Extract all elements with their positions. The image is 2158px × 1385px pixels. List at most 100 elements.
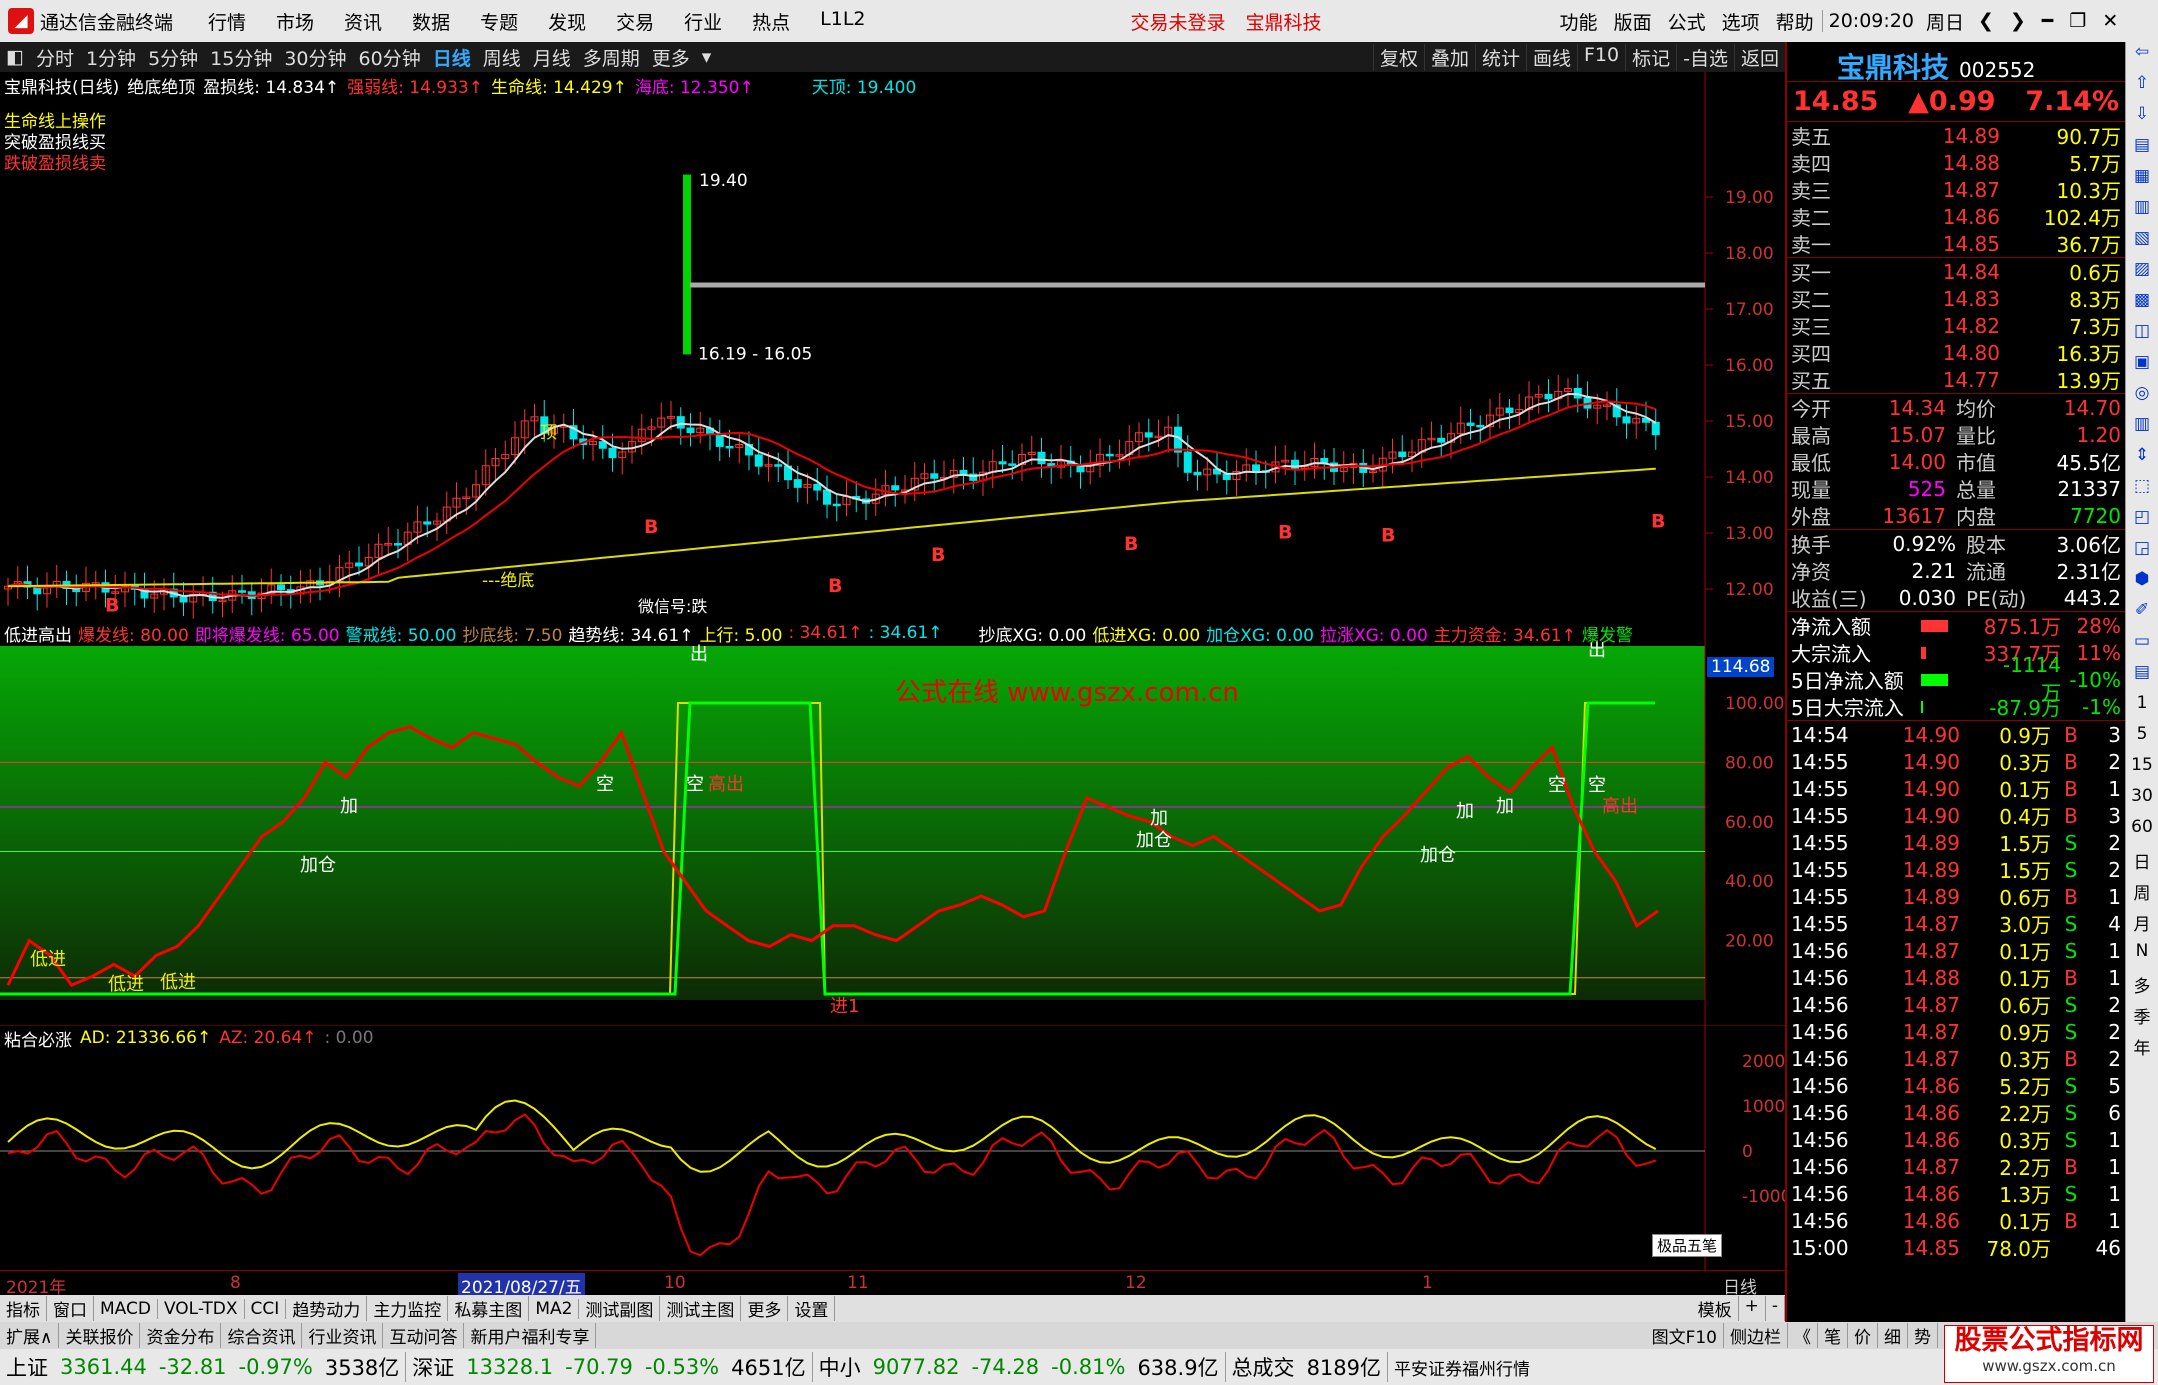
- menu-item[interactable]: 数据: [397, 8, 465, 35]
- tick-row[interactable]: 14:55 14.87 3.0万 S 4: [1787, 910, 2125, 938]
- tool-icon[interactable]: ▥: [2126, 414, 2158, 445]
- tool-icon[interactable]: ▥: [2126, 197, 2158, 228]
- zx-index-label[interactable]: 中小: [813, 1352, 867, 1382]
- side-tab[interactable]: 笔: [1818, 1323, 1848, 1348]
- indicator-title[interactable]: 低进高出: [4, 621, 72, 646]
- period-shortcut[interactable]: 30: [2126, 786, 2158, 817]
- period-tab[interactable]: 5分钟: [142, 44, 204, 71]
- period-shortcut[interactable]: 5: [2126, 724, 2158, 755]
- ad-chart[interactable]: 20000 10000 0 -10000: [0, 1025, 1785, 1270]
- indicator-tab[interactable]: 测试主图: [660, 1296, 742, 1321]
- tick-row[interactable]: 14:55 14.89 1.5万 S 2: [1787, 856, 2125, 884]
- login-status[interactable]: 交易未登录: [1121, 8, 1236, 35]
- period-tab[interactable]: 月线: [527, 44, 577, 71]
- tool-icon[interactable]: ⇧: [2126, 73, 2158, 104]
- indicator-tab[interactable]: 私募主图: [448, 1296, 530, 1321]
- layout-icon[interactable]: ◧: [0, 46, 30, 68]
- menu-item[interactable]: 行情: [193, 8, 261, 35]
- tick-row[interactable]: 14:55 14.89 0.6万 B 1: [1787, 883, 2125, 911]
- info-tab[interactable]: 资金分布: [140, 1323, 222, 1348]
- info-tab[interactable]: 新用户福利专享: [464, 1323, 597, 1348]
- period-tab[interactable]: 1分钟: [80, 44, 142, 71]
- tool-icon[interactable]: ⇩: [2126, 104, 2158, 135]
- forward-icon[interactable]: ❯: [2002, 10, 2034, 32]
- period-tab-active[interactable]: 日线: [427, 44, 477, 71]
- kline-chart[interactable]: 19.00 18.00 17.00 16.00 15.00 14.00 13.00 12.00…: [0, 72, 1785, 620]
- sz-index-label[interactable]: 深证: [406, 1352, 460, 1382]
- toolbar-button[interactable]: 标记: [1625, 43, 1676, 71]
- menu-item[interactable]: 专题: [465, 8, 533, 35]
- info-tab[interactable]: 互动问答: [383, 1323, 465, 1348]
- period-tab[interactable]: 更多: [646, 44, 696, 71]
- tick-list[interactable]: 14:54 14.90 0.9万 B 3 14:55 14.90 0.3万 B 2 14:55 14.…: [1787, 721, 2125, 1262]
- sh-index-label[interactable]: 上证: [0, 1352, 54, 1382]
- indicator-tab[interactable]: 更多: [741, 1296, 789, 1321]
- tick-row[interactable]: 14:56 14.86 5.2万 S 5: [1787, 1072, 2125, 1100]
- tool-icon[interactable]: ▤: [2126, 135, 2158, 166]
- period-shortcut[interactable]: 15: [2126, 755, 2158, 786]
- menu-item[interactable]: 交易: [601, 8, 669, 35]
- period-shortcut[interactable]: 1: [2126, 693, 2158, 724]
- ad-title[interactable]: 粘合必涨: [4, 1026, 72, 1051]
- template-button[interactable]: 模板: [1692, 1296, 1739, 1321]
- period-tab[interactable]: 60分钟: [353, 44, 427, 71]
- tool-icon[interactable]: ⇕: [2126, 445, 2158, 476]
- tick-row[interactable]: 15:00 14.85 78.0万 46: [1787, 1234, 2125, 1262]
- indicator-tab[interactable]: 指标: [0, 1296, 47, 1321]
- side-tab[interactable]: 图文F10: [1646, 1323, 1724, 1348]
- tick-row[interactable]: 14:55 14.90 0.1万 B 1: [1787, 775, 2125, 803]
- toolbar-button[interactable]: -自选: [1676, 43, 1734, 71]
- tick-row[interactable]: 14:55 14.90 0.3万 B 2: [1787, 748, 2125, 776]
- period-shortcut[interactable]: 季: [2126, 1003, 2158, 1034]
- dropdown-icon[interactable]: ▾: [696, 46, 718, 68]
- restore-icon[interactable]: ❐: [2061, 10, 2094, 32]
- side-tab[interactable]: 《: [1788, 1323, 1818, 1348]
- menu-item[interactable]: L1L2: [805, 8, 880, 35]
- indicator-tab[interactable]: 趋势动力: [286, 1296, 368, 1321]
- tool-icon[interactable]: ▭: [2126, 631, 2158, 662]
- tool-icon[interactable]: ⇦: [2126, 42, 2158, 73]
- period-tab[interactable]: 分时: [30, 44, 80, 71]
- tick-row[interactable]: 14:55 14.89 1.5万 S 2: [1787, 829, 2125, 857]
- period-tab[interactable]: 15分钟: [204, 44, 278, 71]
- tool-icon[interactable]: ▣: [2126, 352, 2158, 383]
- tool-icon[interactable]: ▨: [2126, 259, 2158, 290]
- toolbar-button[interactable]: 叠加: [1423, 43, 1475, 71]
- kline-pane[interactable]: 19.00 18.00 17.00 16.00 15.00 14.00 13.00 12.00…: [0, 72, 1785, 620]
- tool-icon[interactable]: ▦: [2126, 166, 2158, 197]
- indicator-pane[interactable]: 100.00 80.00 60.00 40.00 20.00 低进 低进 低进 加仓加空空高出…: [0, 620, 1785, 1025]
- side-tab[interactable]: 势: [1908, 1323, 1938, 1348]
- tick-row[interactable]: 14:56 14.86 2.2万 S 6: [1787, 1099, 2125, 1127]
- indicator-tab[interactable]: 设置: [788, 1296, 836, 1321]
- toolbar-button[interactable]: 画线: [1525, 43, 1577, 71]
- template-button[interactable]: +: [1739, 1296, 1766, 1321]
- tool-icon[interactable]: ⬢: [2126, 569, 2158, 600]
- tick-row[interactable]: 14:56 14.87 0.9万 S 2: [1787, 1018, 2125, 1046]
- tick-row[interactable]: 14:56 14.88 0.1万 B 1: [1787, 964, 2125, 992]
- period-shortcut[interactable]: N: [2126, 941, 2158, 972]
- period-tab[interactable]: 周线: [477, 44, 527, 71]
- tool-icon[interactable]: ◎: [2126, 383, 2158, 414]
- indicator-tab[interactable]: 测试副图: [579, 1296, 661, 1321]
- menu-item[interactable]: 选项: [1714, 8, 1768, 35]
- tool-icon[interactable]: ◲: [2126, 538, 2158, 569]
- side-tab[interactable]: 价: [1848, 1323, 1878, 1348]
- tool-icon[interactable]: ⬚: [2126, 476, 2158, 507]
- tick-row[interactable]: 14:55 14.90 0.4万 B 3: [1787, 802, 2125, 830]
- period-tab[interactable]: 多周期: [577, 44, 646, 71]
- tool-icon[interactable]: ◫: [2126, 321, 2158, 352]
- tool-icon[interactable]: ▤: [2126, 662, 2158, 693]
- indicator-chart[interactable]: 100.0080.0060.0040.0020.00 低进低进 低进加仓加空空高出…: [0, 620, 1785, 1025]
- info-tab[interactable]: 行业资讯: [302, 1323, 384, 1348]
- side-tab[interactable]: 细: [1878, 1323, 1908, 1348]
- indicator-tab[interactable]: CCI: [245, 1298, 287, 1319]
- minimize-icon[interactable]: ━: [2034, 10, 2061, 32]
- period-shortcut[interactable]: 60: [2126, 817, 2158, 848]
- menu-item[interactable]: 版面: [1606, 8, 1660, 35]
- tick-row[interactable]: 14:56 14.86 1.3万 S 1: [1787, 1180, 2125, 1208]
- menu-item[interactable]: 公式: [1660, 8, 1714, 35]
- period-shortcut[interactable]: 多: [2126, 972, 2158, 1003]
- indicator-name[interactable]: 绝底绝顶: [127, 73, 195, 98]
- template-button[interactable]: -: [1766, 1296, 1785, 1321]
- side-tab[interactable]: 侧边栏: [1724, 1323, 1788, 1348]
